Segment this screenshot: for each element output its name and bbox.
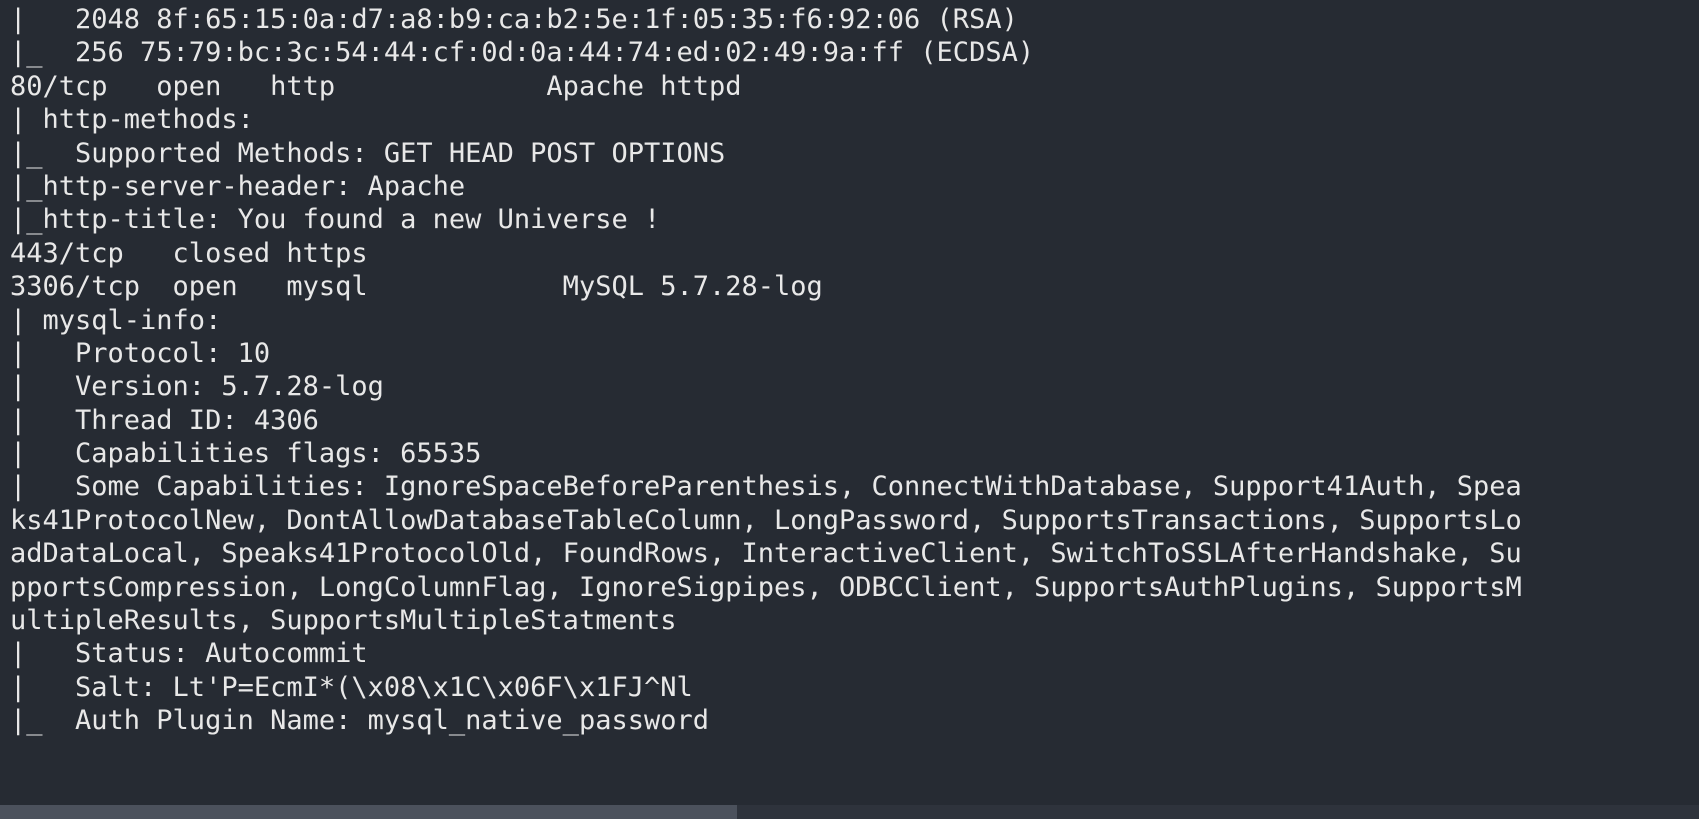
terminal-line: | Salt: Lt'P=EcmI*(\x08\x1C\x06F\x1FJ^Nl — [10, 671, 693, 703]
terminal-line: | mysql-info: — [10, 304, 222, 336]
terminal-line: 80/tcp open http Apache httpd — [10, 70, 742, 102]
terminal-line: ks41ProtocolNew, DontAllowDatabaseTableC… — [10, 504, 1522, 536]
terminal-line: pportsCompression, LongColumnFlag, Ignor… — [10, 571, 1522, 603]
terminal-line: | Version: 5.7.28-log — [10, 371, 384, 403]
terminal-line: |_ 256 75:79:bc:3c:54:44:cf:0d:0a:44:74:… — [10, 37, 1035, 69]
terminal-window[interactable]: | 2048 8f:65:15:0a:d7:a8:b9:ca:b2:5e:1f:… — [0, 0, 1699, 819]
terminal-line: |_http-server-header: Apache — [10, 170, 466, 202]
horizontal-scrollbar-track[interactable] — [0, 805, 1699, 819]
terminal-line: 443/tcp closed https — [10, 237, 368, 269]
terminal-line: | Protocol: 10 — [10, 337, 271, 369]
horizontal-scrollbar-thumb[interactable] — [0, 805, 737, 819]
terminal-line: 3306/tcp open mysql MySQL 5.7.28-log — [10, 271, 823, 303]
terminal-line: |_ Auth Plugin Name: mysql_native_passwo… — [10, 705, 709, 737]
terminal-line: | Capabilities flags: 65535 — [10, 438, 482, 470]
terminal-line: |_http-title: You found a new Universe ! — [10, 204, 661, 236]
terminal-line: | http-methods: — [10, 104, 254, 136]
terminal-line: |_ Supported Methods: GET HEAD POST OPTI… — [10, 137, 726, 169]
terminal-line: adDataLocal, Speaks41ProtocolOld, FoundR… — [10, 538, 1522, 570]
terminal-output-area[interactable]: | 2048 8f:65:15:0a:d7:a8:b9:ca:b2:5e:1f:… — [0, 0, 1699, 738]
terminal-line: | 2048 8f:65:15:0a:d7:a8:b9:ca:b2:5e:1f:… — [10, 4, 1018, 35]
terminal-line: | Status: Autocommit — [10, 638, 368, 670]
terminal-line: | Some Capabilities: IgnoreSpaceBeforePa… — [10, 471, 1522, 503]
terminal-line: | Thread ID: 4306 — [10, 404, 319, 436]
terminal-line: ultipleResults, SupportsMultipleStatment… — [10, 605, 677, 637]
